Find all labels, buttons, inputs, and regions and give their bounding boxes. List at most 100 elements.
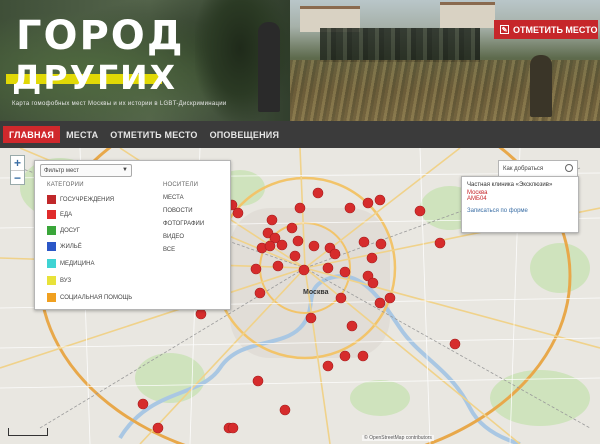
tagline: Карта гомофобных мест Москвы и их истори… bbox=[12, 101, 227, 107]
map-marker[interactable] bbox=[339, 350, 351, 362]
category-item[interactable]: ДОСУГ bbox=[47, 226, 80, 235]
route-search-input[interactable]: Как добраться bbox=[498, 160, 578, 177]
map-marker[interactable] bbox=[414, 205, 426, 217]
logo-title-line1: ГОРОД bbox=[16, 13, 185, 59]
map-marker[interactable] bbox=[152, 422, 164, 434]
edit-icon: ✎ bbox=[500, 25, 509, 34]
map-marker[interactable] bbox=[312, 187, 324, 199]
map-marker[interactable] bbox=[266, 214, 278, 226]
banner-crowd bbox=[320, 28, 480, 62]
media-item[interactable]: ВСЕ bbox=[163, 247, 175, 253]
banner-grass bbox=[290, 60, 600, 121]
map-marker[interactable] bbox=[137, 398, 149, 410]
map-marker[interactable] bbox=[264, 240, 276, 252]
map-marker[interactable] bbox=[384, 292, 396, 304]
map-marker[interactable] bbox=[329, 248, 341, 260]
map-marker[interactable] bbox=[346, 320, 358, 332]
zoom-control: + − bbox=[10, 155, 25, 185]
category-item[interactable]: ВУЗ bbox=[47, 276, 71, 285]
nav-item-report[interactable]: ОТМЕТИТЬ МЕСТО bbox=[104, 126, 203, 143]
category-item[interactable]: ЖИЛЬЁ bbox=[47, 242, 82, 251]
filter-select[interactable]: Фильтр мест ▼ bbox=[40, 164, 132, 177]
report-place-button[interactable]: ✎ ОТМЕТИТЬ МЕСТО bbox=[494, 20, 598, 39]
map-marker[interactable] bbox=[227, 422, 239, 434]
nav-item-home[interactable]: ГЛАВНАЯ bbox=[3, 126, 61, 143]
map-marker[interactable] bbox=[289, 250, 301, 262]
map-marker[interactable] bbox=[374, 194, 386, 206]
banner-person bbox=[530, 55, 552, 117]
banner-building bbox=[440, 2, 495, 28]
category-swatch bbox=[47, 195, 56, 204]
place-popup: Частная клиника «Эксклюзив» Москва АМБ04… bbox=[461, 176, 579, 233]
map-marker[interactable] bbox=[449, 338, 461, 350]
main-nav: ГЛАВНАЯ МЕСТА ОТМЕТИТЬ МЕСТО ОПОВЕЩЕНИЯ bbox=[0, 121, 600, 148]
media-item[interactable]: ФОТОГРАФИИ bbox=[163, 221, 204, 227]
map-marker[interactable] bbox=[276, 239, 288, 251]
media-header: НОСИТЕЛИ bbox=[163, 182, 199, 188]
category-item[interactable]: ГОСУЧРЕЖДЕНИЯ bbox=[47, 195, 114, 204]
map-marker[interactable] bbox=[254, 287, 266, 299]
category-label: ГОСУЧРЕЖДЕНИЯ bbox=[60, 196, 115, 203]
media-item[interactable]: ВИДЕО bbox=[163, 234, 184, 240]
filter-panel: Фильтр мест ▼ КАТЕГОРИИ НОСИТЕЛИ ГОСУЧРЕ… bbox=[34, 160, 231, 310]
search-icon bbox=[565, 164, 573, 172]
zoom-out-button[interactable]: − bbox=[11, 170, 24, 185]
map-marker[interactable] bbox=[292, 235, 304, 247]
nav-item-alerts[interactable]: ОПОВЕЩЕНИЯ bbox=[204, 126, 286, 143]
media-item[interactable]: МЕСТА bbox=[163, 195, 184, 201]
filter-select-value: Фильтр мест bbox=[44, 167, 80, 174]
map-marker[interactable] bbox=[294, 202, 306, 214]
banner-person bbox=[258, 22, 280, 112]
category-label: ЖИЛЬЁ bbox=[60, 243, 82, 250]
category-swatch bbox=[47, 276, 56, 285]
map-marker[interactable] bbox=[367, 277, 379, 289]
map-marker[interactable] bbox=[308, 240, 320, 252]
map-marker[interactable] bbox=[358, 236, 370, 248]
report-place-label: ОТМЕТИТЬ МЕСТО bbox=[513, 24, 598, 35]
categories-header: КАТЕГОРИИ bbox=[47, 182, 84, 188]
category-item[interactable]: МЕДИЦИНА bbox=[47, 259, 94, 268]
map-marker[interactable] bbox=[272, 260, 284, 272]
route-search-placeholder: Как добраться bbox=[503, 165, 544, 172]
map-marker[interactable] bbox=[335, 292, 347, 304]
zoom-in-button[interactable]: + bbox=[11, 156, 24, 170]
header-banner: ГОРОД ДРУГИХ Карта гомофобных мест Москв… bbox=[0, 0, 600, 121]
map-marker[interactable] bbox=[344, 202, 356, 214]
nav-item-places[interactable]: МЕСТА bbox=[60, 126, 104, 143]
map-marker[interactable] bbox=[250, 263, 262, 275]
category-label: ЕДА bbox=[60, 211, 73, 218]
logo-title-line2: ДРУГИХ bbox=[12, 58, 178, 97]
category-swatch bbox=[47, 242, 56, 251]
media-item[interactable]: ПОВОСТИ bbox=[163, 208, 193, 214]
map-copyright: © OpenStreetMap contributors bbox=[362, 435, 434, 441]
category-item[interactable]: СОЦИАЛЬНАЯ ПОМОЩЬ bbox=[47, 293, 132, 302]
category-label: МЕДИЦИНА bbox=[60, 260, 95, 267]
map-marker[interactable] bbox=[298, 264, 310, 276]
city-label: Москва bbox=[303, 289, 329, 296]
map-marker[interactable] bbox=[322, 262, 334, 274]
map-marker[interactable] bbox=[195, 308, 207, 320]
map-marker[interactable] bbox=[286, 222, 298, 234]
category-label: ВУЗ bbox=[60, 277, 72, 284]
category-item[interactable]: ЕДА bbox=[47, 210, 72, 219]
map-marker[interactable] bbox=[362, 197, 374, 209]
map-marker[interactable] bbox=[357, 350, 369, 362]
category-label: ДОСУГ bbox=[60, 227, 80, 234]
map-marker[interactable] bbox=[232, 207, 244, 219]
map-marker[interactable] bbox=[374, 297, 386, 309]
map-marker[interactable] bbox=[375, 238, 387, 250]
map-scale-bar bbox=[8, 428, 48, 436]
popup-title: Частная клиника «Эксклюзив» bbox=[467, 182, 553, 188]
map-marker[interactable] bbox=[252, 375, 264, 387]
map-marker[interactable] bbox=[339, 266, 351, 278]
map-marker[interactable] bbox=[279, 404, 291, 416]
map-marker[interactable] bbox=[322, 360, 334, 372]
map-marker[interactable] bbox=[434, 237, 446, 249]
map-marker[interactable] bbox=[305, 312, 317, 324]
category-label: СОЦИАЛЬНАЯ ПОМОЩЬ bbox=[60, 294, 133, 301]
popup-link[interactable]: Записаться по форме bbox=[467, 208, 573, 214]
category-swatch bbox=[47, 210, 56, 219]
category-swatch bbox=[47, 226, 56, 235]
map-marker[interactable] bbox=[366, 252, 378, 264]
category-swatch bbox=[47, 293, 56, 302]
